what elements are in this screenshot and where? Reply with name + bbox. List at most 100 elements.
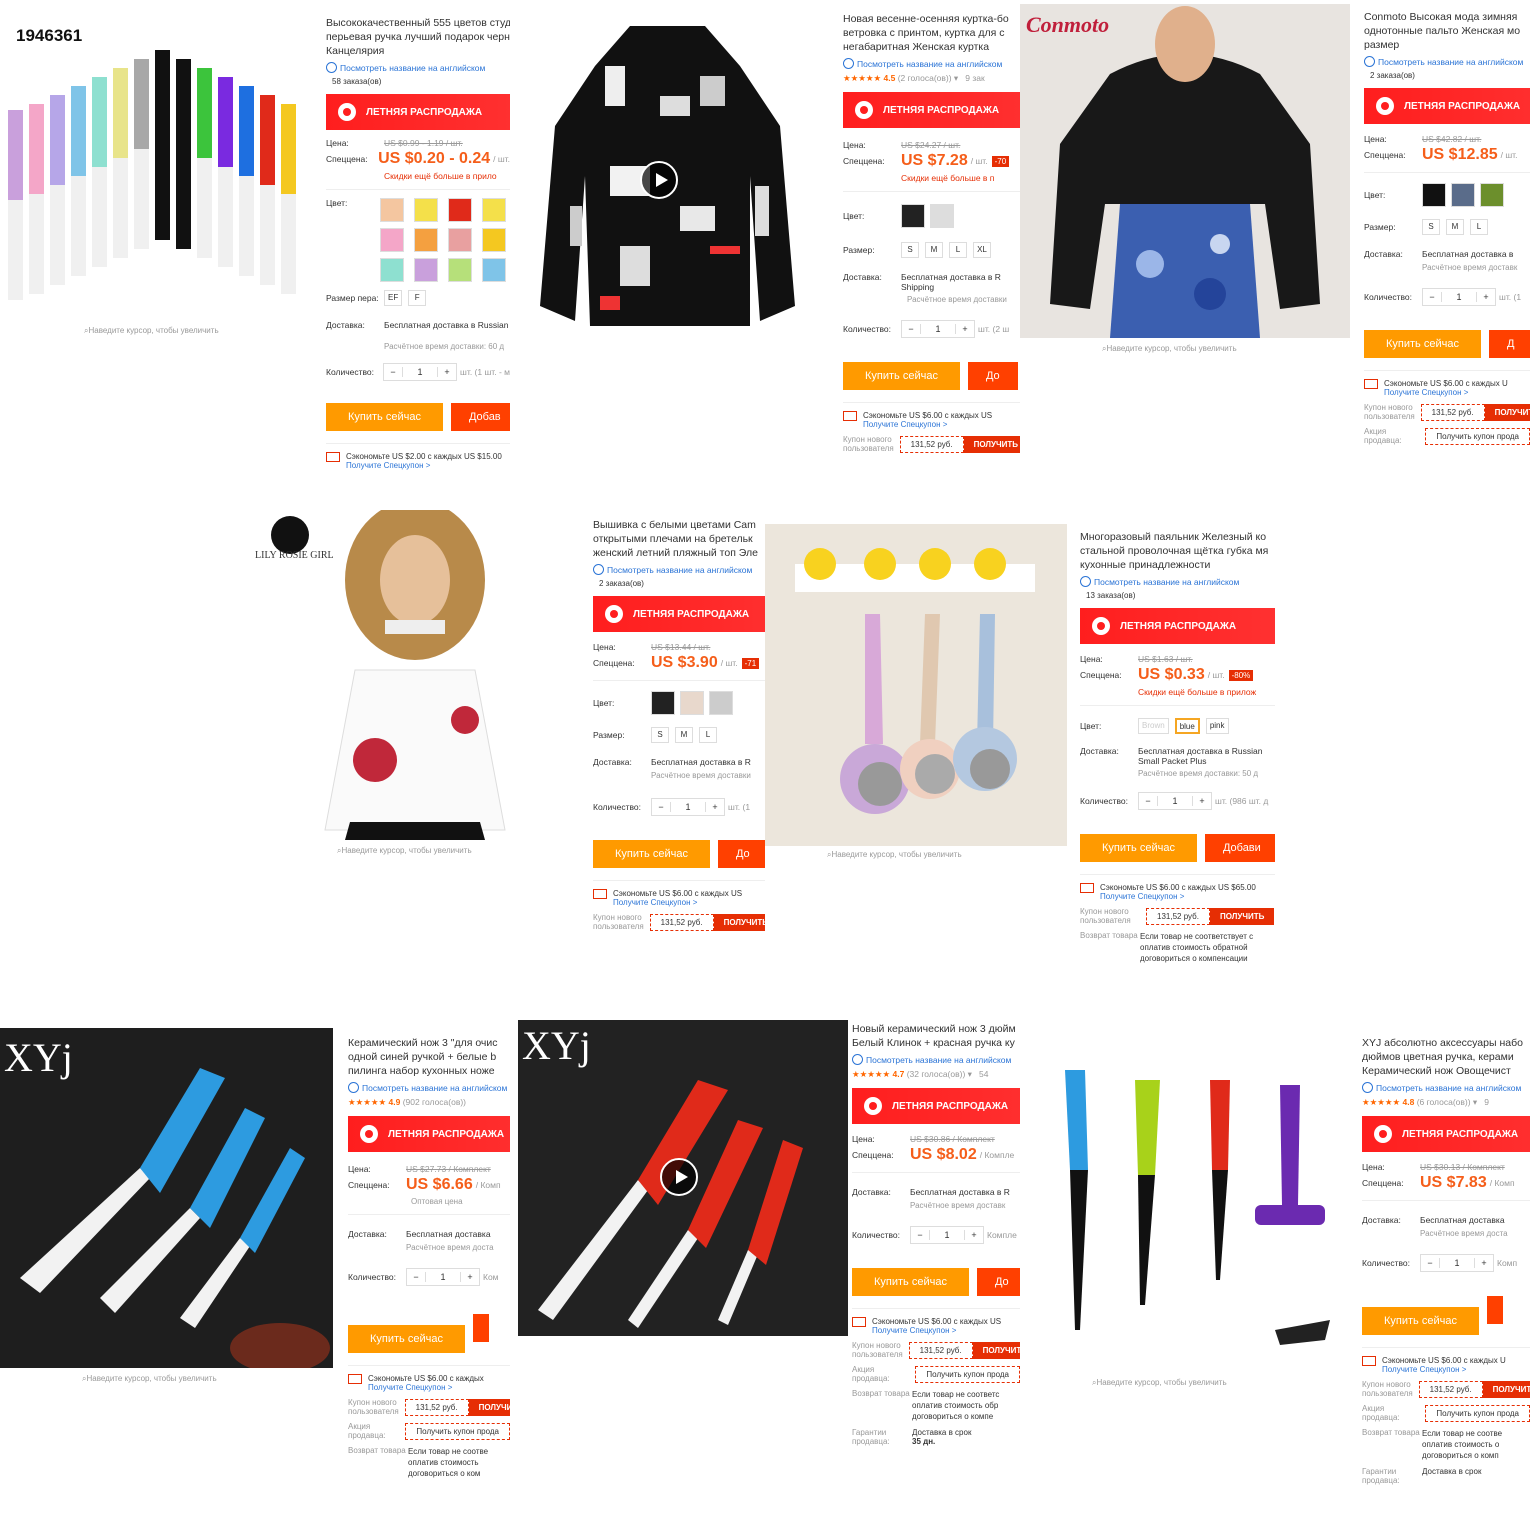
quantity-stepper[interactable]: −1 + xyxy=(910,1226,984,1244)
coupon-link[interactable]: Получите Спецкупон > xyxy=(1384,388,1468,397)
quantity-value[interactable]: 1 xyxy=(929,1230,965,1240)
delivery-method[interactable]: Бесплатная доставка xyxy=(406,1229,491,1239)
product-image[interactable] xyxy=(510,6,825,346)
delivery-method[interactable]: Бесплатная доставка в Russian Small Pack… xyxy=(1138,746,1274,766)
get-coupon-button[interactable]: ПОЛУЧИТЬ xyxy=(468,1398,510,1416)
rating[interactable]: ★★★★★ 4.5 (2 голоса(ов)) ▾ 9 зак xyxy=(843,73,1020,84)
delivery-method[interactable]: Бесплатная доставка xyxy=(1420,1215,1505,1225)
color-swatch[interactable] xyxy=(482,258,506,282)
quantity-value[interactable]: 1 xyxy=(1157,796,1193,806)
delivery-method[interactable]: Бесплатная доставка в R Shipping xyxy=(901,272,1019,292)
color-swatch[interactable] xyxy=(482,198,506,222)
add-to-cart-button[interactable]: Добави xyxy=(1204,834,1275,862)
add-to-cart-button[interactable]: До xyxy=(967,362,1018,390)
add-to-cart-button[interactable]: До xyxy=(717,840,765,868)
seller-coupon-button[interactable]: Получить купон прода xyxy=(915,1365,1020,1383)
rating[interactable]: ★★★★★ 4.8 (6 голоса(ов)) ▾ 9 xyxy=(1362,1097,1530,1108)
add-to-cart-button[interactable]: Добав xyxy=(450,403,510,431)
color-option-selected[interactable]: blue xyxy=(1174,718,1200,734)
get-coupon-button[interactable]: ПОЛУЧИТЬ xyxy=(972,1341,1020,1359)
coupon-link[interactable]: Получите Спецкупон > xyxy=(872,1326,956,1335)
size-option[interactable]: S xyxy=(651,727,669,743)
app-discount-link[interactable]: Скидки ещё больше в прилож xyxy=(1138,687,1275,697)
plus-button[interactable]: + xyxy=(461,1272,479,1282)
color-swatch[interactable] xyxy=(380,258,404,282)
play-video-button[interactable] xyxy=(660,1158,698,1196)
color-swatch[interactable] xyxy=(901,204,925,228)
size-option[interactable]: M xyxy=(675,727,693,743)
color-swatch[interactable] xyxy=(930,204,954,228)
color-swatch[interactable] xyxy=(709,691,733,715)
add-to-cart-button[interactable]: До xyxy=(976,1268,1020,1296)
wholesale-price-link[interactable]: Оптовая цена xyxy=(411,1197,510,1206)
plus-button[interactable]: + xyxy=(438,367,456,377)
minus-button[interactable]: − xyxy=(1139,796,1157,806)
plus-button[interactable]: + xyxy=(1193,796,1211,806)
plus-button[interactable]: + xyxy=(965,1230,983,1240)
color-swatch[interactable] xyxy=(448,258,472,282)
color-swatch[interactable] xyxy=(414,258,438,282)
rating[interactable]: ★★★★★ 4.9 (902 голоса(ов)) xyxy=(348,1097,510,1108)
quantity-stepper[interactable]: −1 + xyxy=(1420,1254,1494,1272)
get-coupon-button[interactable]: ПОЛУЧИТЬ xyxy=(963,435,1020,453)
quantity-stepper[interactable]: −1 + xyxy=(1422,288,1496,306)
app-discount-link[interactable]: Скидки ещё больше в прило xyxy=(384,171,510,181)
plus-button[interactable]: + xyxy=(1475,1258,1493,1268)
plus-button[interactable]: + xyxy=(706,802,724,812)
add-to-cart-button[interactable]: Д xyxy=(1488,330,1530,358)
delivery-method[interactable]: Бесплатная доставка в xyxy=(1422,249,1513,259)
size-option[interactable]: EF xyxy=(384,290,403,306)
plus-button[interactable]: + xyxy=(956,324,974,334)
delivery-method[interactable]: Бесплатная доставка в R xyxy=(910,1187,1010,1197)
delivery-method[interactable]: Бесплатная доставка в Russian xyxy=(384,320,509,330)
quantity-value[interactable]: 1 xyxy=(1439,1258,1475,1268)
rating[interactable]: ★★★★★ 4.7 (32 голоса(ов)) ▾ 54 xyxy=(852,1069,1020,1080)
color-swatch[interactable] xyxy=(1451,183,1475,207)
size-option[interactable]: M xyxy=(925,242,943,258)
buy-now-button[interactable]: Купить сейчас xyxy=(1362,1307,1479,1335)
translate-link[interactable]: Посмотреть название на английском xyxy=(1362,1082,1530,1093)
app-discount-link[interactable]: Скидки ещё больше в п xyxy=(901,173,1020,183)
play-video-button[interactable] xyxy=(640,161,678,199)
seller-coupon-button[interactable]: Получить купон прода xyxy=(405,1422,510,1440)
product-image[interactable]: LILY ROSIE GIRL xyxy=(255,510,577,840)
product-image[interactable]: 1946361 xyxy=(0,10,315,325)
color-swatch[interactable] xyxy=(651,691,675,715)
quantity-value[interactable]: 1 xyxy=(1441,292,1477,302)
minus-button[interactable]: − xyxy=(1423,292,1441,302)
delivery-method[interactable]: Бесплатная доставка в R xyxy=(651,757,751,767)
quantity-stepper[interactable]: −1 + xyxy=(406,1268,480,1286)
quantity-value[interactable]: 1 xyxy=(920,324,956,334)
product-image[interactable]: XYj xyxy=(518,1020,848,1336)
product-image[interactable]: Conmoto xyxy=(1020,4,1350,338)
coupon-link[interactable]: Получите Спецкупон > xyxy=(1100,892,1184,901)
quantity-value[interactable]: 1 xyxy=(425,1272,461,1282)
coupon-link[interactable]: Получите Спецкупон > xyxy=(1382,1365,1466,1374)
size-option[interactable]: L xyxy=(1470,219,1488,235)
product-image[interactable] xyxy=(765,524,1067,846)
translate-link[interactable]: Посмотреть название на английском xyxy=(1080,576,1275,587)
color-swatch[interactable] xyxy=(414,228,438,252)
size-option[interactable]: M xyxy=(1446,219,1464,235)
minus-button[interactable]: − xyxy=(902,324,920,334)
color-swatch[interactable] xyxy=(1480,183,1504,207)
coupon-link[interactable]: Получите Спецкупон > xyxy=(613,898,697,907)
product-image[interactable] xyxy=(1030,1030,1355,1370)
color-swatch[interactable] xyxy=(482,228,506,252)
translate-link[interactable]: Посмотреть название на английском xyxy=(593,564,765,575)
translate-link[interactable]: Посмотреть название на английском xyxy=(852,1054,1020,1065)
translate-link[interactable]: Посмотреть название на английском xyxy=(326,62,510,73)
translate-link[interactable]: Посмотреть название на английском xyxy=(843,58,1020,69)
buy-now-button[interactable]: Купить сейчас xyxy=(1080,834,1197,862)
color-swatch[interactable] xyxy=(1422,183,1446,207)
size-option[interactable]: L xyxy=(699,727,717,743)
quantity-value[interactable]: 1 xyxy=(402,367,439,377)
seller-coupon-button[interactable]: Получить купон прода xyxy=(1425,427,1530,445)
translate-link[interactable]: Посмотреть название на английском xyxy=(1364,56,1530,67)
buy-now-button[interactable]: Купить сейчас xyxy=(593,840,710,868)
get-coupon-button[interactable]: ПОЛУЧИТЬ xyxy=(1482,1380,1530,1398)
quantity-value[interactable]: 1 xyxy=(670,802,706,812)
minus-button[interactable]: − xyxy=(384,367,402,377)
color-swatch[interactable] xyxy=(680,691,704,715)
minus-button[interactable]: − xyxy=(407,1272,425,1282)
